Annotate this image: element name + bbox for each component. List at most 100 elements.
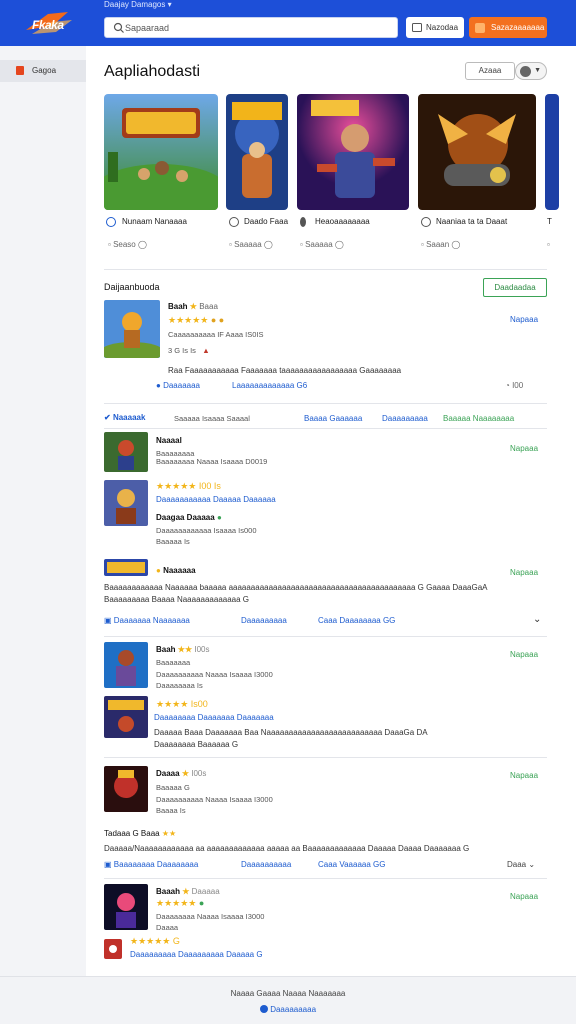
item-action[interactable]: Napaaa [510,771,538,780]
tab-item[interactable]: Baaaaa Naaaaaaaa [443,414,514,423]
game-thumbnail[interactable] [104,766,148,812]
divider [104,403,547,404]
game-thumbnail[interactable] [104,480,148,526]
primary-button[interactable]: Sazazaaaaaaa [469,17,547,38]
card-meta: ▫ Saaaaa ◯ [300,240,344,249]
app-icon [106,217,116,227]
section-action-button[interactable]: Daadaadaa [483,278,547,297]
game-icon [16,66,24,75]
search-input[interactable]: Sapaaraad [104,17,398,38]
divider [104,428,547,429]
tab-item[interactable]: Daaaaaaaaa [382,414,428,423]
item-name: Baah ★ Baaa [168,302,218,311]
item-meta: Baaaaa Is [156,537,190,546]
item-action[interactable]: Napaaa [510,444,538,453]
item-name[interactable]: Daaaaaaaaa Daaaaaaaaa Daaaaa G [130,950,263,959]
item-meta: Daaaaaaaaaa Naaaa Isaaaa I3000 [156,795,273,804]
item-link[interactable]: Caaa Daaaaaaaa GG [318,616,395,625]
tab-subtitle: Saaaaa Isaaaa Saaaal [174,414,250,423]
game-cover-image [104,94,218,210]
footer-brand[interactable]: Daaaaaaaaa [0,1005,576,1014]
game-cover-image [545,94,559,210]
item-subtitle: Caaaaaaaaaa IF Aaaa IS0IS [168,330,264,339]
item-link[interactable]: Caaa Vaaaaaa GG [318,860,385,869]
item-link[interactable]: Daaaaaaaaaa [241,860,291,869]
game-thumbnail[interactable] [104,300,160,358]
item-action[interactable]: Napaaa [510,650,538,659]
item-description: Daaaaaaaa Baaaaaa G [154,740,239,749]
tab-item[interactable]: Baaaa Gaaaaaa [304,414,362,423]
item-link[interactable]: Laaaaaaaaaaaaa G6 [232,381,307,390]
chevron-down-icon[interactable]: ⌄ [533,614,541,625]
item-name: Tadaaa G Baaa ★★ [104,829,177,838]
brand-icon [259,1005,268,1013]
footer: Naaaa Gaaaa Naaaa Naaaaaaa Daaaaaaaaa [0,976,576,1024]
search-placeholder: Sapaaraad [125,23,170,33]
item-action[interactable]: Napaaa [510,568,538,577]
featured-card[interactable]: T ▫ [545,94,559,254]
featured-card[interactable]: Daado Faaa ▫ Saaaaa ◯ [226,94,288,254]
item-meta: Baaaaaaaa Naaaa Isaaaa D0019 [156,457,268,466]
secondary-button-label: Nazodaa [426,23,459,32]
card-meta: ▫ Saaaaa ◯ [229,240,273,249]
divider [104,636,547,637]
item-action[interactable]: Napaaa [510,892,538,901]
primary-button-label: Sazazaaaaaaa [491,23,545,32]
item-meta: 3 G Is Is ▲ [168,346,210,355]
divider [104,269,547,270]
sort-button[interactable]: Azaaa [465,62,515,80]
item-meta: Daaaaaaaaaa Naaaa Isaaaa I3000 [156,670,273,679]
rating-stars: ★★★★★ ● ● [168,315,225,325]
card-title: Nunaam Nanaaaa [122,217,187,226]
game-thumbnail[interactable] [104,559,148,576]
sort-dropdown[interactable]: Daaa ⌄ [507,860,535,869]
secondary-button[interactable]: Nazodaa [406,17,464,38]
item-link[interactable]: ▣ Daaaaaaa Naaaaaaa [104,616,190,625]
item-name[interactable]: Daaaaaaaaaaa Daaaaa Daaaaaa [156,495,276,504]
item-meta: Daaaa [156,923,179,932]
item-meta: Daaaaaaaa Naaaa Isaaaa I3000 [156,912,265,921]
view-toggle[interactable]: ▼ [515,62,547,80]
divider [104,757,547,758]
item-subtitle: Daagaa Daaaaa ● [156,513,222,522]
rating-stars: ★★★★★ ● [156,898,205,908]
featured-card[interactable]: Heaoaaaaaaaa ▫ Saaaaa ◯ [297,94,409,254]
top-links[interactable]: Daajay Damagos ▾ [104,0,172,9]
rating-stars: ★★★★★ G [130,936,180,946]
card-title: Daado Faaa [244,217,289,226]
logo[interactable]: Fkaka [22,8,76,38]
footer-links[interactable]: Naaaa Gaaaa Naaaa Naaaaaaa [0,989,576,998]
item-meta: Baaaa Is [156,806,186,815]
item-link[interactable]: ▣ Baaaaaaaa Daaaaaaaa [104,860,198,869]
item-link[interactable]: ● Daaaaaaa [156,381,200,390]
item-link[interactable]: Daaaaaaaaa [241,616,287,625]
logo-text: Fkaka [32,18,64,32]
item-name: Daaaa ★ I00s [156,769,207,778]
item-subtitle: Baaaaa G [156,783,190,792]
search-icon [113,22,124,33]
item-description: Baaaaaaaaaaaa Naaaaaa baaaaa aaaaaaaaaaa… [104,583,488,592]
tab-active[interactable]: ✔ Naaaaak [104,413,145,422]
item-subtitle: Baaaaaaa [156,658,191,667]
box-icon [412,23,422,32]
sidebar-item-games[interactable]: Gagoa [0,60,86,82]
item-name: Baah ★★ I00s [156,645,210,654]
game-thumbnail[interactable] [104,696,148,738]
item-name: Naaaal [156,436,182,445]
item-action[interactable]: Napaaa [510,315,538,324]
game-thumbnail[interactable] [104,432,148,472]
game-cover-image [297,94,409,210]
item-name[interactable]: Daaaaaaaa Daaaaaaa Daaaaaaa [154,713,274,722]
card-title: T [547,217,552,226]
item-name: ● Naaaaaa [156,566,196,575]
game-thumbnail[interactable] [104,939,122,959]
chevron-down-icon: ▼ [534,67,541,74]
game-thumbnail[interactable] [104,884,148,930]
featured-card[interactable]: Naaniaa ta ta Daaat ▫ Saaan ◯ [418,94,536,254]
card-meta: ▫ Seaso ◯ [108,240,147,249]
card-title: Heaoaaaaaaaa [315,217,370,226]
sidebar: Gagoa [0,46,86,976]
game-thumbnail[interactable] [104,642,148,688]
featured-card[interactable]: Nunaam Nanaaaa ▫ Seaso ◯ [104,94,218,254]
sidebar-item-label: Gagoa [32,66,57,75]
